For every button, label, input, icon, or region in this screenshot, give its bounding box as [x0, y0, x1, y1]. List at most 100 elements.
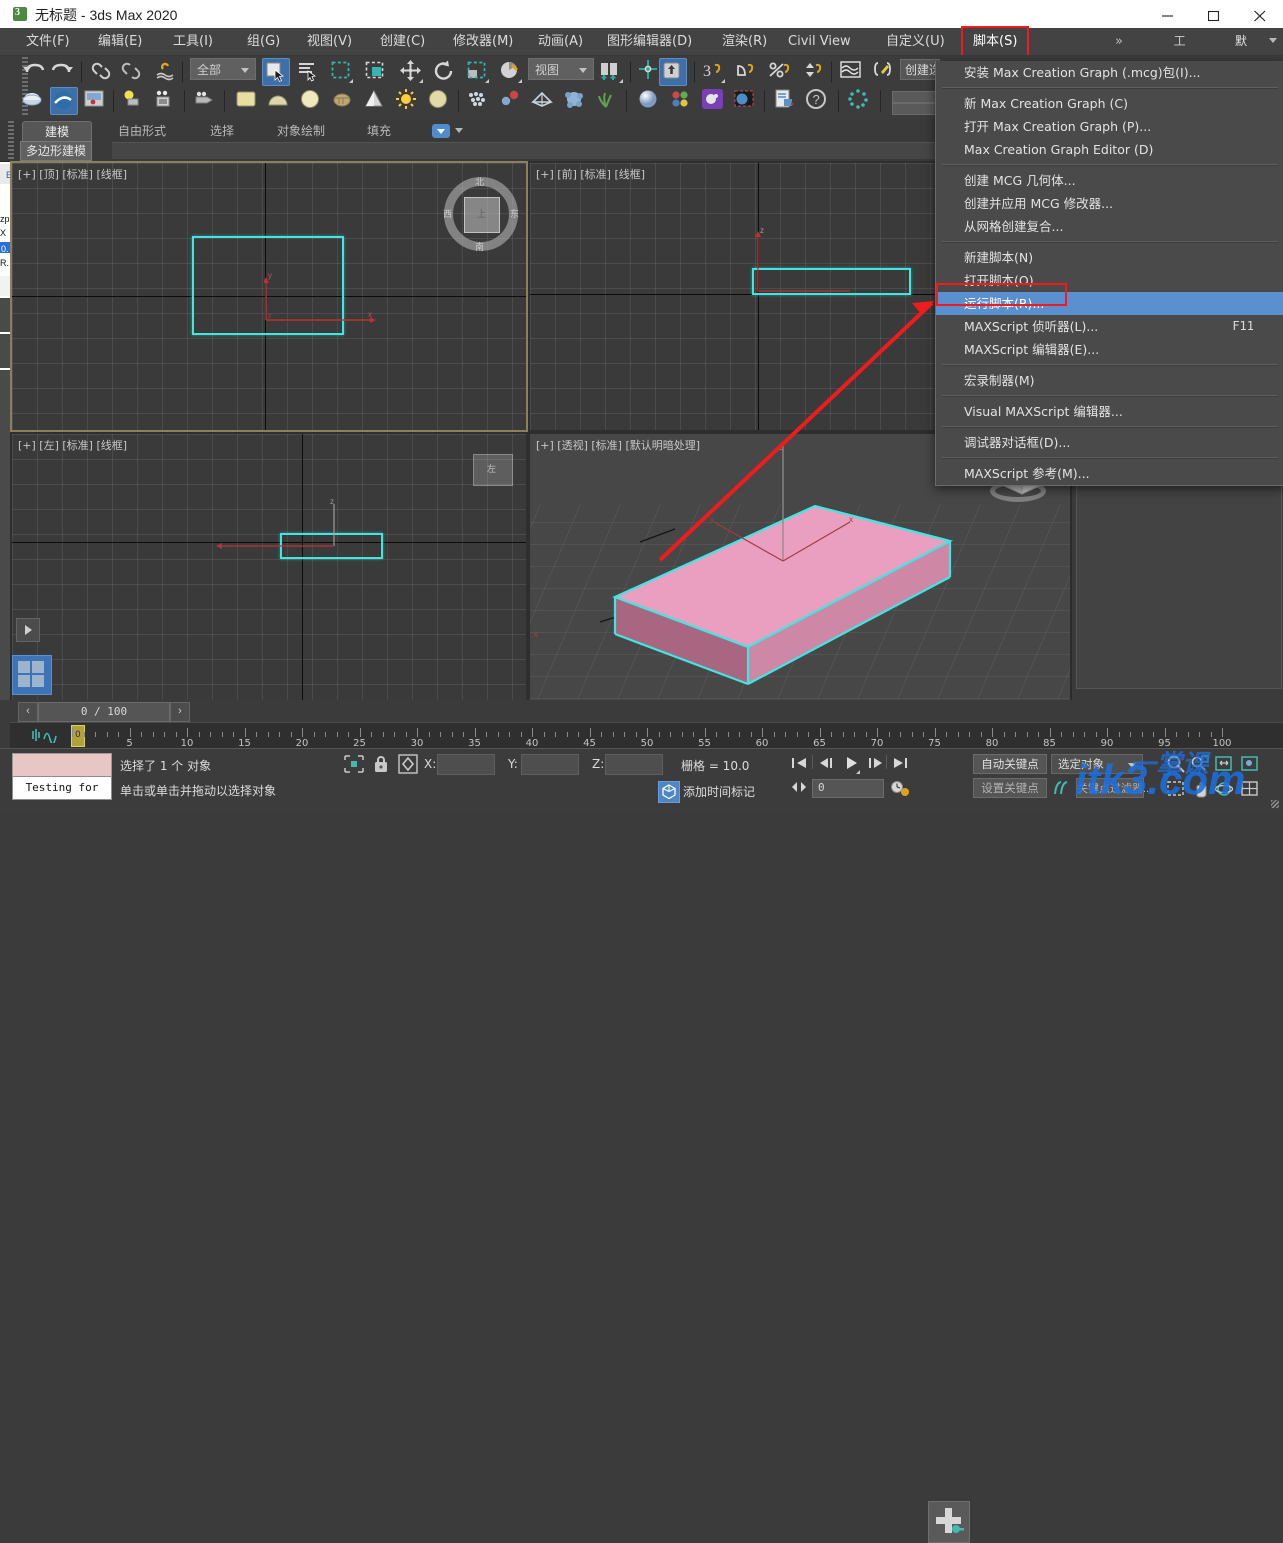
menu-item-mcg-editor[interactable]: Max Creation Graph Editor (D): [936, 138, 1283, 161]
nav-label-south[interactable]: 南: [475, 240, 484, 253]
time-configuration-icon[interactable]: [890, 779, 910, 800]
particle-array-icon[interactable]: [466, 87, 492, 113]
previous-frame-icon[interactable]: [818, 755, 838, 774]
key-mode-toggle-icon[interactable]: [790, 780, 808, 797]
menu-item-new-mcg[interactable]: 新 Max Creation Graph (C): [936, 92, 1283, 115]
viewport-layout-button[interactable]: [12, 655, 52, 695]
x-coordinate-field[interactable]: [437, 754, 495, 775]
menu-civil-view[interactable]: Civil View: [778, 28, 861, 55]
add-time-tag-label[interactable]: 添加时间标记: [683, 783, 755, 800]
go-to-end-icon[interactable]: [892, 755, 910, 774]
select-rotate-icon[interactable]: [431, 58, 457, 84]
render-frame-window-icon[interactable]: [772, 87, 798, 113]
ribbon-tab-modeling[interactable]: 建模: [22, 121, 92, 142]
spinner-snap-icon[interactable]: [799, 58, 825, 84]
schematic-view-icon[interactable]: [152, 87, 178, 113]
menu-item-create-compound-from-mesh[interactable]: 从网格创建复合...: [936, 215, 1283, 238]
time-tag-icon[interactable]: [658, 781, 680, 803]
expand-panel-button[interactable]: [16, 618, 40, 642]
timeline-ruler[interactable]: 0 51015202530354045505560657075808590951…: [10, 722, 1283, 749]
selection-lock-icon[interactable]: [372, 754, 390, 777]
ribbon-tab-freeform[interactable]: 自由形式: [100, 121, 184, 141]
select-link-icon[interactable]: [88, 58, 114, 84]
loading-spinner-icon[interactable]: [846, 87, 872, 113]
viewport-label-left[interactable]: [+] [左] [标准] [线框]: [18, 437, 127, 453]
material-preview-swatch[interactable]: [12, 753, 112, 778]
nav-label-north[interactable]: 北: [475, 175, 484, 188]
viewport-top[interactable]: y x z 北 西 东 南 上 [+] [顶] [标准] [线框]: [10, 161, 528, 432]
set-key-toggle-button[interactable]: 设置关键点: [973, 778, 1047, 798]
render-setup-icon[interactable]: [732, 87, 758, 113]
unlink-icon[interactable]: [118, 58, 144, 84]
curve-editor-icon[interactable]: [120, 87, 146, 113]
cone-icon[interactable]: [362, 87, 388, 113]
menu-rendering[interactable]: 渲染(R): [712, 28, 777, 55]
set-key-mode-icon[interactable]: [1051, 779, 1073, 800]
place-icon[interactable]: [497, 58, 523, 84]
reference-coordinate-combo[interactable]: 视图: [528, 58, 594, 80]
chevron-down-icon[interactable]: [455, 128, 463, 133]
viewport-label-front[interactable]: [+] [前] [标准] [线框]: [536, 166, 645, 182]
menu-file[interactable]: 文件(F): [16, 28, 80, 55]
create-selection-set-field[interactable]: 创建选...: [900, 59, 940, 80]
ribbon-subtab-polymodeling[interactable]: 多边形建模: [20, 141, 92, 161]
layer-manager-icon[interactable]: [82, 87, 108, 113]
ribbon-tab-object-paint[interactable]: 对象绘制: [258, 121, 344, 141]
menu-edit[interactable]: 编辑(E): [88, 28, 152, 55]
material-balls-icon[interactable]: [668, 87, 694, 113]
teapot-icon[interactable]: [330, 87, 356, 113]
snap-toggle-3-icon[interactable]: 3: [700, 58, 726, 84]
frame-number-field[interactable]: 0: [812, 779, 884, 798]
camera-icon[interactable]: [192, 87, 218, 113]
scripting-menu-dropdown[interactable]: 安装 Max Creation Graph (.mcg)包(I)... 新 Ma…: [935, 61, 1283, 486]
window-crossing-icon[interactable]: [362, 58, 388, 84]
menu-animation[interactable]: 动画(A): [528, 28, 593, 55]
ribbon-grip[interactable]: [8, 121, 14, 159]
compound-object-icon[interactable]: [562, 87, 588, 113]
angle-snap-icon[interactable]: [733, 58, 759, 84]
resize-grip[interactable]: [1271, 800, 1279, 808]
help-icon[interactable]: ?: [804, 87, 830, 113]
select-scale-icon[interactable]: [464, 58, 490, 84]
menu-item-new-script[interactable]: 新建脚本(N): [936, 246, 1283, 269]
set-key-button[interactable]: [928, 1501, 970, 1543]
chevron-down-icon[interactable]: [1269, 38, 1277, 43]
track-bar-icon[interactable]: [30, 727, 62, 746]
menu-item-visual-maxscript-editor[interactable]: Visual MAXScript 编辑器...: [936, 400, 1283, 423]
view-navigation-wheel[interactable]: 北 西 东 南 上: [444, 177, 518, 251]
menu-create[interactable]: 创建(C): [370, 28, 435, 55]
material-editor-sphere-icon[interactable]: [636, 87, 662, 113]
menu-item-open-script[interactable]: 打开脚本(O)...: [936, 269, 1283, 292]
menu-scripting[interactable]: 脚本(S): [963, 28, 1027, 55]
edit-named-sets-icon[interactable]: [870, 58, 896, 84]
menu-views[interactable]: 视图(V): [297, 28, 362, 55]
menu-item-macro-recorder[interactable]: 宏录制器(M): [936, 369, 1283, 392]
go-to-start-icon[interactable]: [790, 755, 808, 774]
rectangular-select-icon[interactable]: [328, 58, 354, 84]
z-coordinate-field[interactable]: [605, 754, 663, 775]
menu-overflow-icon[interactable]: »: [1113, 28, 1125, 55]
menu-item-create-apply-mcg-modifier[interactable]: 创建并应用 MCG 修改器...: [936, 192, 1283, 215]
select-by-name-icon[interactable]: [295, 58, 321, 84]
bind-spacewarp-icon[interactable]: [151, 58, 177, 84]
material-name-field[interactable]: Testing for ALL: [12, 776, 112, 800]
viewport-label-top[interactable]: [+] [顶] [标准] [线框]: [18, 166, 127, 182]
mirror-icon[interactable]: [20, 87, 46, 113]
ribbon-tab-selection[interactable]: 选择: [192, 121, 252, 141]
menu-customize[interactable]: 自定义(U): [876, 28, 955, 55]
select-object-icon[interactable]: [262, 58, 290, 86]
ribbon-tab-populate[interactable]: 填充: [350, 121, 408, 141]
menu-item-create-mcg-geometry[interactable]: 创建 MCG 几何体...: [936, 169, 1283, 192]
prev-frame-button[interactable]: ‹: [18, 702, 38, 722]
ribbon-chevron-icon[interactable]: [432, 124, 450, 138]
material-dome-icon[interactable]: [266, 87, 292, 113]
undo-icon[interactable]: [20, 58, 46, 84]
next-frame-icon[interactable]: [866, 755, 886, 774]
transform-gizmo[interactable]: y x z: [264, 268, 384, 328]
foliage-icon[interactable]: [594, 87, 620, 113]
viewport-label-perspective[interactable]: [+] [透视] [标准] [默认明暗处理]: [536, 437, 700, 453]
menu-item-run-script[interactable]: 运行脚本(R)...: [936, 292, 1283, 315]
menu-item-install-mcg[interactable]: 安装 Max Creation Graph (.mcg)包(I)...: [936, 61, 1283, 84]
minimize-button[interactable]: [1145, 0, 1191, 28]
atom-icon[interactable]: [498, 87, 524, 113]
